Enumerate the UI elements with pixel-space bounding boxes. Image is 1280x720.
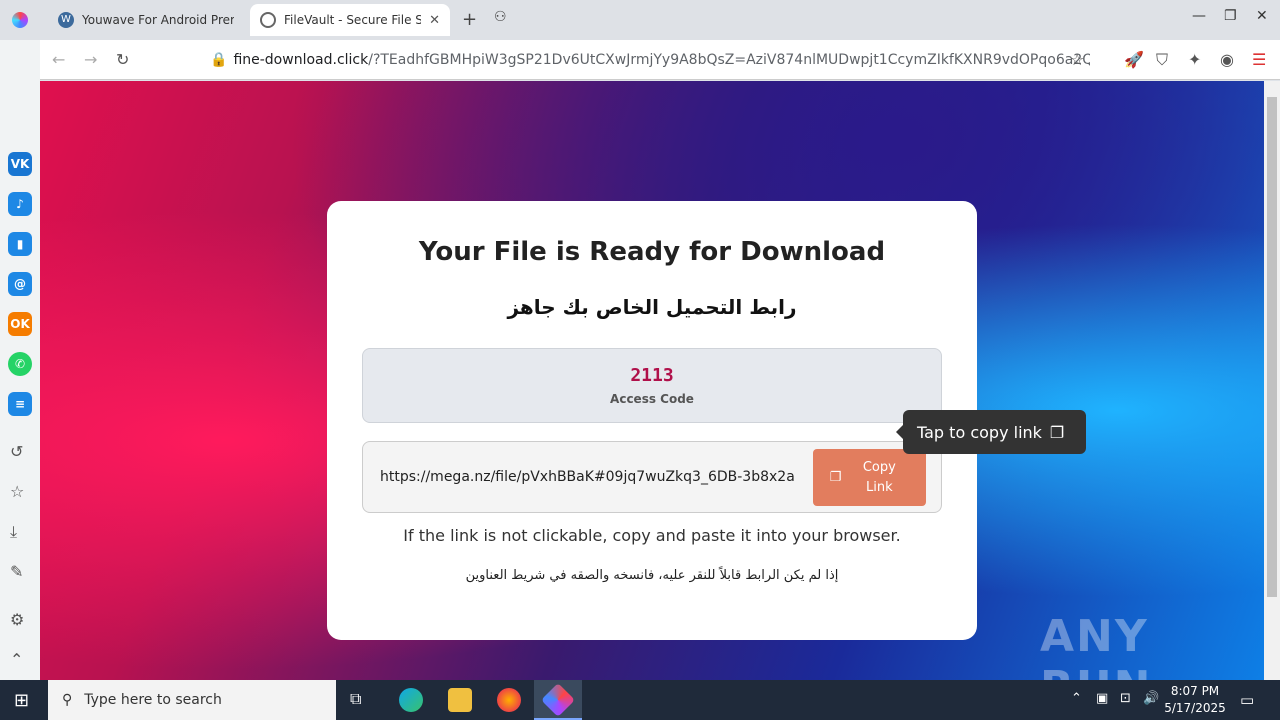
- tab-filevault[interactable]: FileVault - Secure File Sharing ✕: [250, 4, 450, 36]
- globe-icon: [260, 12, 276, 28]
- lock-icon: 🔒: [210, 52, 228, 68]
- history-icon[interactable]: ↺: [10, 442, 23, 461]
- link-box: https://mega.nz/file/pVxhBBaK#09jq7wuZkq…: [362, 441, 942, 513]
- rocket-icon[interactable]: 🚀: [1124, 50, 1144, 69]
- copy-icon: ❐: [1049, 422, 1065, 442]
- new-tab-button[interactable]: +: [462, 9, 477, 30]
- bookmark-star-icon[interactable]: ☆: [1070, 50, 1084, 69]
- tab-bar: W Youwave For Android Premium FileVault …: [0, 0, 1280, 40]
- task-view-icon[interactable]: ⧉: [350, 689, 361, 709]
- taskbar-search[interactable]: ⚲ Type here to search: [48, 680, 336, 720]
- edge-icon[interactable]: [399, 688, 423, 712]
- copy-tooltip: Tap to copy link ❐: [896, 410, 1086, 454]
- download-link[interactable]: https://mega.nz/file/pVxhBBaK#09jq7wuZkq…: [380, 469, 810, 485]
- downloads-icon[interactable]: ⤓: [10, 522, 17, 542]
- back-icon[interactable]: ←: [52, 50, 65, 69]
- reload-icon[interactable]: ↻: [116, 50, 129, 69]
- tray-chevron-icon[interactable]: ⌃: [1071, 691, 1082, 706]
- meet-now-icon[interactable]: ▣: [1096, 691, 1108, 706]
- odnoklassniki-icon[interactable]: OK: [8, 312, 32, 336]
- instruction-text-arabic: إذا لم يكن الرابط قابلاً للنقر عليه، فان…: [465, 568, 839, 583]
- close-icon[interactable]: ✕: [429, 13, 440, 28]
- search-placeholder: Type here to search: [84, 692, 222, 708]
- instruction-text: If the link is not clickable, copy and p…: [403, 526, 901, 545]
- whatsapp-icon[interactable]: ✆: [8, 352, 32, 376]
- address-bar[interactable]: 🔒 fine-download.click/?TEadhfGBMHpiW3gSP…: [210, 48, 1090, 72]
- firefox-icon[interactable]: [497, 688, 521, 712]
- minimize-button[interactable]: —: [1192, 8, 1206, 24]
- file-explorer-icon[interactable]: [448, 688, 472, 712]
- address-path: /?TEadhfGBMHpiW3gSP21Dv6UtCXwJrmjYy9A8bQ…: [368, 52, 1090, 68]
- copy-link-label: Copy Link: [862, 459, 896, 495]
- search-icon: ⚲: [62, 692, 73, 708]
- clock-date: 5/17/2025: [1164, 701, 1226, 715]
- page-title: Your File is Ready for Download: [418, 237, 886, 267]
- clock-time: 8:07 PM: [1170, 684, 1220, 698]
- watermark: ANY RUN: [1040, 611, 1150, 680]
- vk-icon[interactable]: VK: [8, 152, 32, 176]
- browser-sidebar: VK ♪ ▮ @ OK ✆ ≡ ↺ ☆ ⤓ ✎ ⚙ ⌃: [0, 40, 40, 680]
- access-code: 2113: [630, 365, 674, 386]
- tab-title: FileVault - Secure File Sharing: [284, 13, 422, 27]
- download-card: Your File is Ready for Download رابط الت…: [327, 201, 977, 640]
- tab-search-icon[interactable]: ⚇: [494, 9, 507, 25]
- mail-icon[interactable]: @: [8, 272, 32, 296]
- page-title-arabic: رابط التحميل الخاص بك جاهز: [507, 295, 797, 319]
- tools-icon[interactable]: ✎: [10, 562, 23, 581]
- notifications-icon[interactable]: ▭: [1240, 691, 1254, 709]
- wordpress-icon: W: [58, 12, 74, 28]
- music-icon[interactable]: ♪: [8, 192, 32, 216]
- copy-link-button[interactable]: ❐ Copy Link: [813, 449, 926, 506]
- windows-start-icon[interactable]: ⊞: [14, 690, 29, 711]
- forward-icon[interactable]: →: [84, 50, 97, 69]
- access-code-box: 2113 Access Code: [362, 348, 942, 423]
- extensions-icon[interactable]: ✦: [1188, 50, 1201, 69]
- shield-icon[interactable]: ⛉: [1156, 50, 1168, 70]
- settings-icon[interactable]: ⚙: [10, 610, 24, 629]
- browser-logo-icon[interactable]: [12, 12, 28, 28]
- windows-taskbar: ⊞ ⚲ Type here to search ⧉ ⌃ ▣ ⊡ 🔊 8:07 P…: [0, 680, 1280, 720]
- tooltip-text: Tap to copy link: [917, 422, 1042, 442]
- stats-icon[interactable]: ▮: [8, 232, 32, 256]
- scrollbar-thumb[interactable]: [1267, 97, 1277, 597]
- copy-icon: ❐: [829, 470, 842, 485]
- taskbar-clock[interactable]: 8:07 PM 5/17/2025: [1160, 683, 1230, 717]
- close-window-button[interactable]: ✕: [1256, 8, 1268, 24]
- list-icon[interactable]: ≡: [8, 392, 32, 416]
- menu-icon[interactable]: ☰: [1252, 50, 1266, 69]
- network-icon[interactable]: ⊡: [1120, 691, 1131, 706]
- page-viewport: Your File is Ready for Download رابط الت…: [40, 81, 1264, 680]
- access-code-label: Access Code: [610, 392, 694, 406]
- restore-button[interactable]: ❐: [1224, 8, 1237, 24]
- address-host: fine-download.click: [233, 52, 369, 68]
- volume-icon[interactable]: 🔊: [1143, 691, 1159, 706]
- tab-youwave[interactable]: W Youwave For Android Premium: [48, 4, 244, 36]
- favorites-icon[interactable]: ☆: [10, 482, 24, 501]
- profile-icon[interactable]: ◉: [1220, 50, 1234, 69]
- page-scrollbar[interactable]: [1264, 81, 1280, 680]
- collapse-icon[interactable]: ⌃: [10, 650, 23, 669]
- tab-title: Youwave For Android Premium: [82, 13, 234, 27]
- browser-toolbar: ← → ↻ 🔒 fine-download.click/?TEadhfGBMHp…: [40, 40, 1280, 80]
